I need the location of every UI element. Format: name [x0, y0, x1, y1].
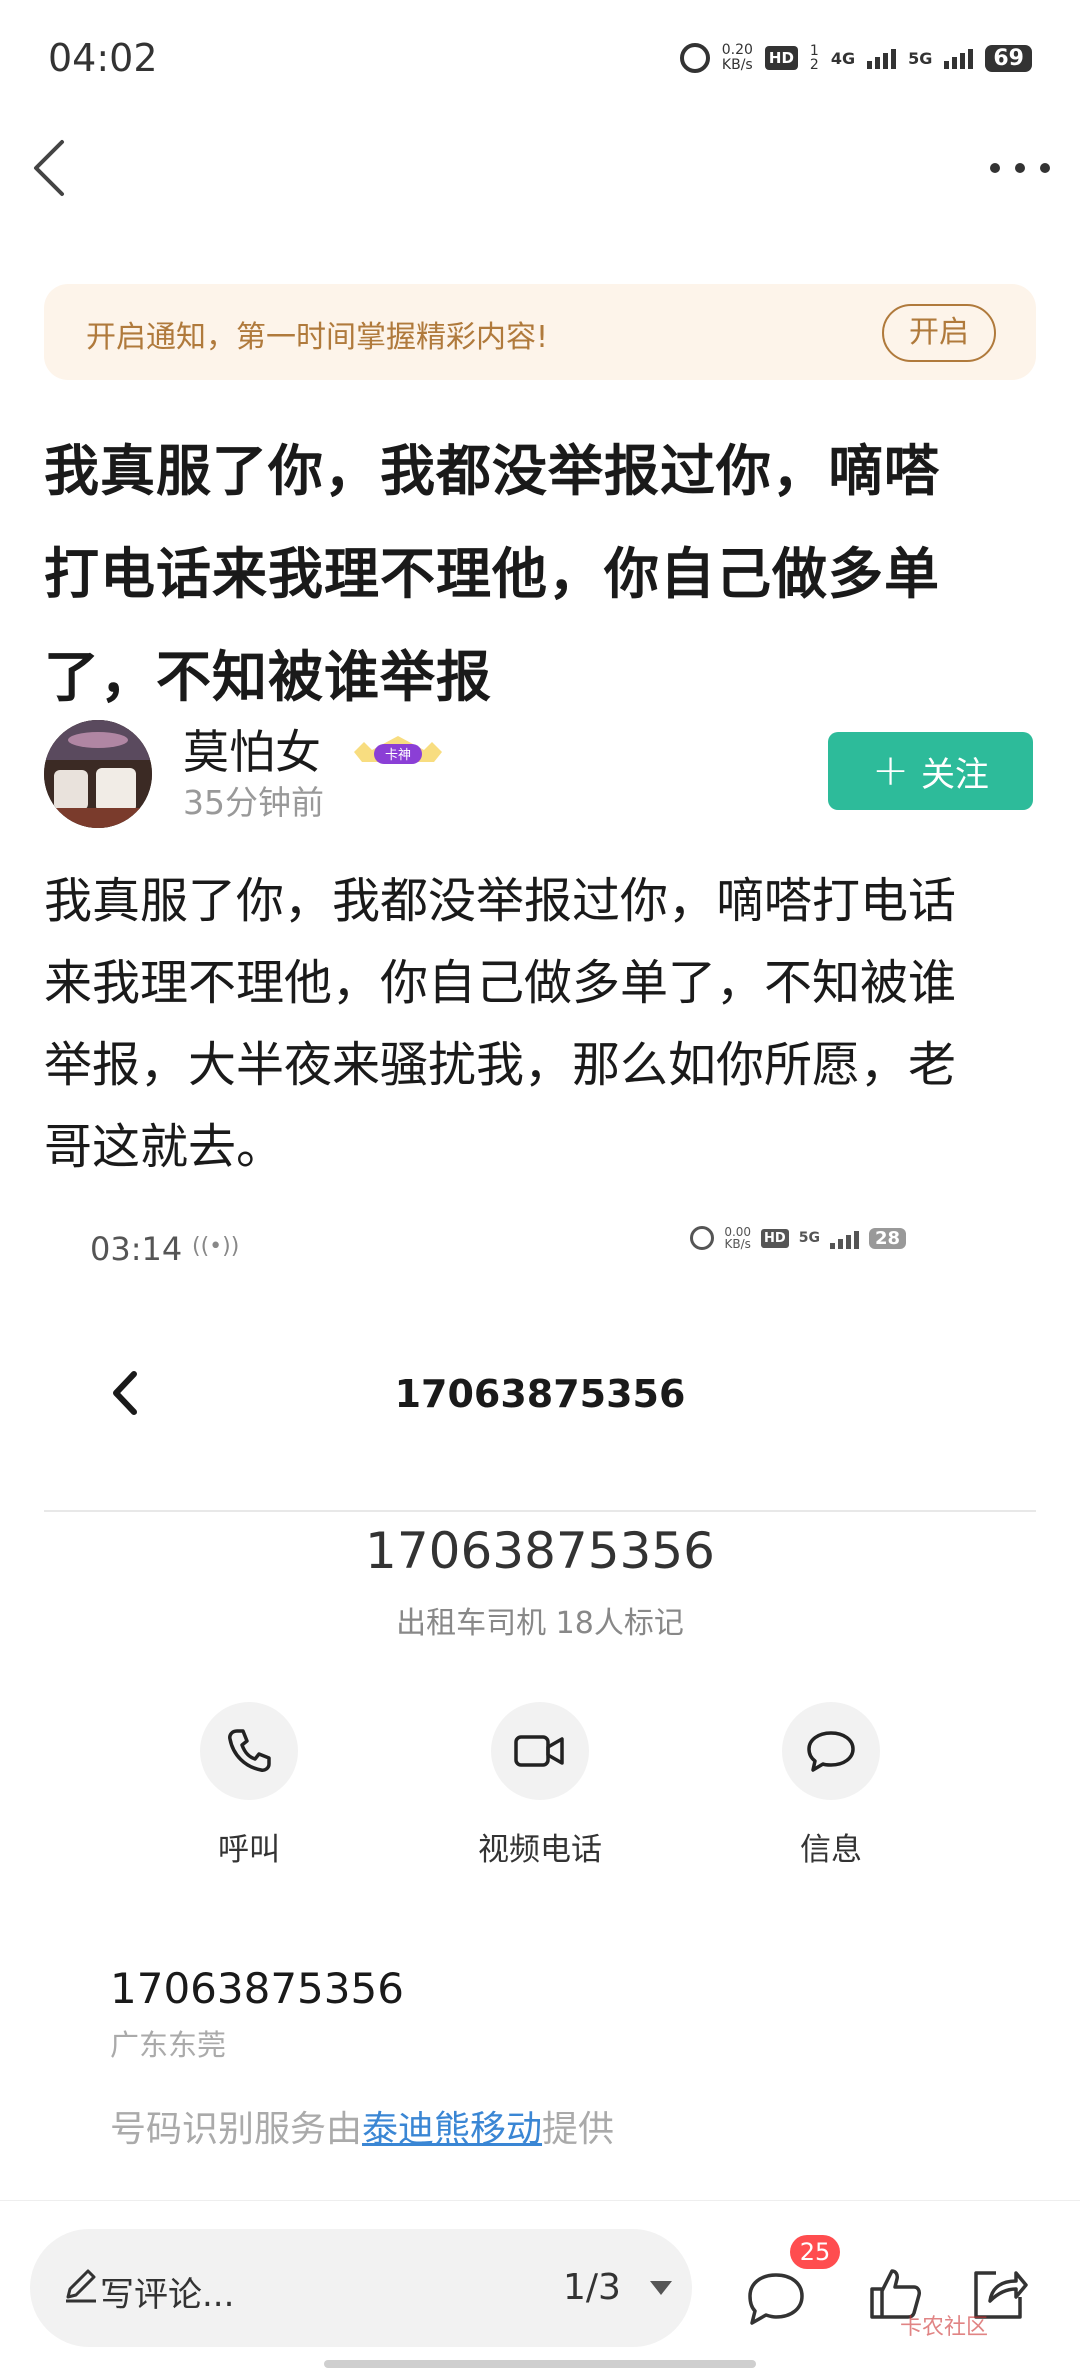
embed-message-action: 信息 [736, 1702, 926, 1869]
embed-call-action: 呼叫 [154, 1702, 344, 1869]
network-4g-label: 4G [830, 48, 856, 68]
author-name[interactable]: 莫怕女 [183, 716, 321, 782]
comment-placeholder: 写评论... [100, 2275, 235, 2315]
message-icon [782, 1702, 880, 1800]
embed-speed-unit: KB/s [724, 1237, 751, 1251]
more-dot-icon [1040, 163, 1050, 173]
notification-banner: 开启通知，第一时间掌握精彩内容! 开启 [44, 284, 1036, 380]
post-title-line: 打电话来我理不理他，你自己做多单 [44, 542, 941, 606]
post-body: 我真服了你，我都没举报过你，嘀嗒打电话 来我理不理他，你自己做多单了，不知被谁 … [44, 860, 1044, 1188]
embed-phone-number: 17063875356 [365, 1522, 715, 1580]
page-indicator[interactable]: 1/3 [563, 2267, 621, 2308]
embed-video-action: 视频电话 [445, 1702, 635, 1869]
post-body-line: 来我理不理他，你自己做多单了，不知被谁 [44, 955, 957, 1011]
signal-bars-icon [829, 1227, 859, 1249]
crown-badge-icon: 卡神 [354, 736, 442, 764]
embed-phone-number-secondary: 17063875356 [110, 1964, 404, 2013]
post-body-line: 举报，大半夜来骚扰我，那么如你所愿，老 [44, 1037, 957, 1093]
signal-bars-icon [867, 47, 897, 69]
network-speed-value: 0.20 [721, 42, 753, 58]
embed-location: 广东东莞 [110, 2028, 227, 2062]
network-5g-label: 5G [908, 48, 933, 68]
bottom-bar: 写评论... 1/3 25 卡农社区 [0, 2200, 1080, 2376]
battery-icon: 28 [868, 1227, 906, 1249]
provider-prefix: 号码识别服务由 [110, 2109, 363, 2150]
embed-provider-note: 号码识别服务由泰迪熊移动提供 [110, 2100, 614, 2152]
signal-bars-icon [944, 47, 974, 69]
home-indicator[interactable] [324, 2360, 756, 2368]
vibrate-icon: ((•)) [192, 1234, 240, 1259]
more-dot-icon [990, 163, 1000, 173]
post-body-line: 哥这就去。 [44, 1119, 285, 1175]
status-time: 04:02 [48, 36, 158, 80]
embed-network-label: 5G [798, 1230, 820, 1246]
more-dot-icon [1015, 163, 1025, 173]
hd-icon: HD [764, 46, 798, 70]
status-icons: 0.20 KB/s HD 1 2 4G 5G 69 [679, 38, 1032, 78]
network-speed: 0.20 KB/s [722, 43, 753, 73]
comment-icon[interactable] [744, 2269, 808, 2329]
more-options-button[interactable] [990, 148, 1050, 188]
embed-action-label: 视频电话 [478, 1832, 602, 1868]
enable-notification-button[interactable]: 开启 [882, 304, 996, 362]
hd-icon: HD [761, 1228, 789, 1248]
chevron-left-icon [34, 140, 64, 196]
post-time: 35分钟前 [183, 783, 324, 822]
author-avatar[interactable] [44, 720, 152, 828]
author-badge-text: 卡神 [385, 748, 411, 763]
caret-down-icon[interactable] [650, 2281, 672, 2295]
provider-link: 泰迪熊移动 [362, 2109, 543, 2150]
battery-icon: 69 [985, 44, 1032, 72]
avatar-image [44, 720, 152, 828]
alarm-icon [679, 43, 710, 73]
follow-label: 关注 [920, 754, 989, 795]
alarm-icon [690, 1226, 715, 1250]
post-title-line: 了，不知被谁举报 [44, 645, 493, 709]
pen-icon [66, 2269, 96, 2303]
nav-bar [0, 118, 1080, 218]
embed-status-icons: 0.00 KB/s HD 5G 28 [690, 1226, 906, 1250]
comment-input[interactable]: 写评论... 1/3 [30, 2229, 692, 2347]
author-level-badge: 卡神 [350, 730, 446, 770]
follow-button[interactable]: + 关注 [828, 732, 1033, 810]
embed-action-label: 信息 [800, 1832, 862, 1868]
sim-indicator: 1 2 [810, 44, 819, 72]
comment-count-badge: 25 [790, 2235, 840, 2269]
network-speed-unit: KB/s [721, 57, 753, 73]
post-title-line: 我真服了你，我都没举报过你，嘀嗒 [44, 439, 941, 503]
watermark: 卡农社区 [900, 2315, 989, 2340]
status-bar: 04:02 0.20 KB/s HD 1 2 4G 5G 69 [0, 0, 1080, 118]
back-button[interactable] [26, 136, 76, 200]
divider [44, 1510, 1036, 1512]
post-body-line: 我真服了你，我都没举报过你，嘀嗒打电话 [44, 873, 957, 929]
phone-icon [200, 1702, 298, 1800]
embed-network-speed: 0.00 KB/s [724, 1226, 751, 1250]
notification-banner-text: 开启通知，第一时间掌握精彩内容! [86, 320, 549, 355]
embed-action-label: 呼叫 [218, 1832, 280, 1868]
post-image[interactable]: 03:14 ((•)) 0.00 KB/s HD 5G 28 170638753… [44, 1200, 1036, 2200]
provider-suffix: 提供 [542, 2109, 615, 2150]
embed-number-tag: 出租车司机 18人标记 [396, 1606, 684, 1641]
plus-icon: + [872, 745, 909, 796]
post-title: 我真服了你，我都没举报过你，嘀嗒 打电话来我理不理他，你自己做多单 了，不知被谁… [44, 420, 1044, 729]
embed-status-time: 03:14 [90, 1230, 183, 1268]
sim-2: 2 [809, 57, 819, 73]
video-icon [491, 1702, 589, 1800]
embed-title: 17063875356 [394, 1372, 686, 1416]
